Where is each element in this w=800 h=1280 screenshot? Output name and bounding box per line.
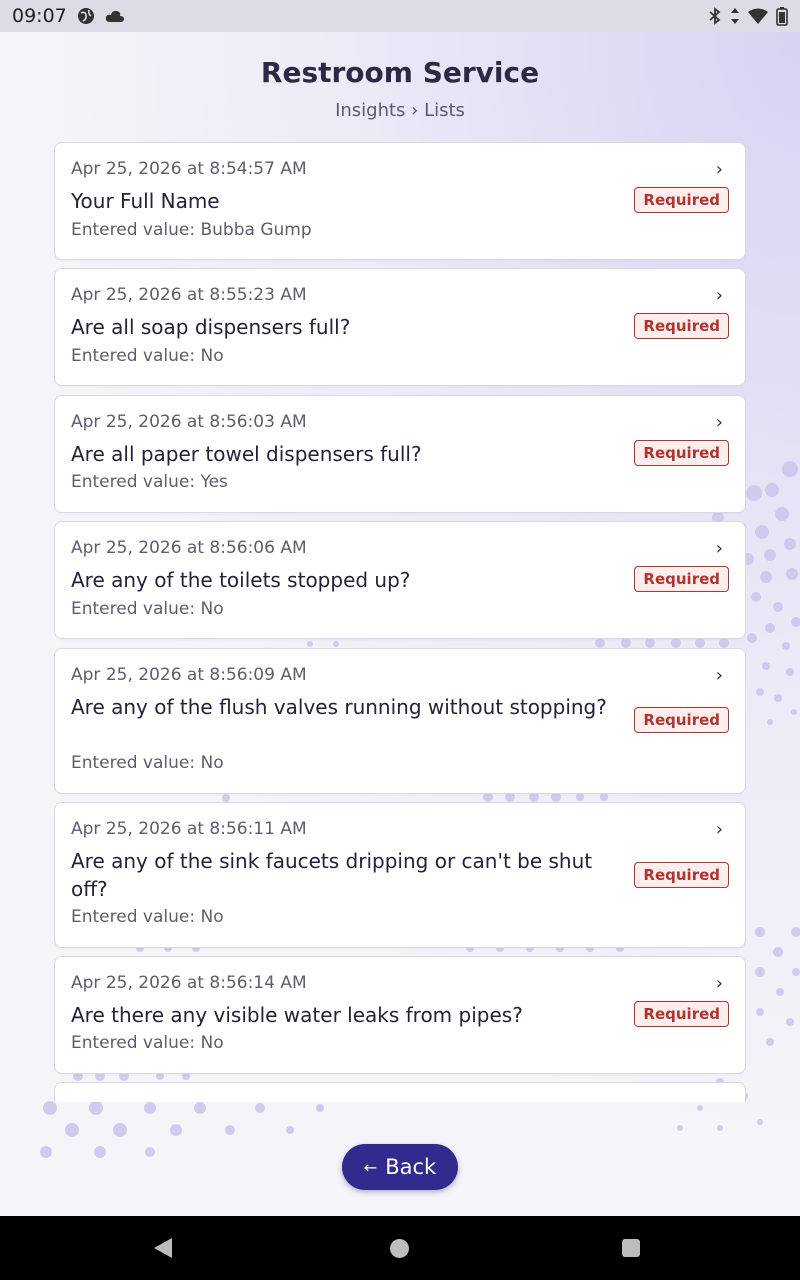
item-question: Are all soap dispensers full? — [71, 315, 351, 339]
back-button[interactable]: ← Back — [342, 1144, 458, 1190]
submission-list: Apr 25, 2026 at 8:54:57 AM › Your Full N… — [54, 142, 746, 1102]
list-item[interactable]: Apr 25, 2026 at 8:55:23 AM › Are all soa… — [54, 268, 746, 386]
chevron-right-icon: › — [715, 538, 723, 559]
page-title: Restroom Service — [260, 56, 540, 89]
required-badge: Required — [634, 566, 729, 592]
item-timestamp: Apr 25, 2026 at 8:55:23 AM — [71, 285, 307, 305]
required-badge: Required — [634, 862, 729, 888]
chevron-right-icon: › — [715, 819, 723, 840]
item-question: Are any of the toilets stopped up? — [71, 568, 411, 592]
nav-home-icon[interactable] — [390, 1239, 409, 1258]
chevron-right-icon: › — [715, 665, 723, 686]
list-item[interactable]: Apr 25, 2026 at 8:56:06 AM › Are any of … — [54, 521, 746, 639]
list-item[interactable]: Apr 25, 2026 at 8:56:09 AM › Are any of … — [54, 648, 746, 794]
item-timestamp: Apr 25, 2026 at 8:56:06 AM — [71, 538, 307, 558]
item-timestamp: Apr 25, 2026 at 8:56:14 AM — [71, 973, 307, 993]
chevron-right-icon: › — [715, 412, 723, 433]
chevron-right-icon: › — [715, 285, 723, 306]
item-timestamp: Apr 25, 2026 at 8:54:57 AM — [71, 159, 307, 179]
item-timestamp: Apr 25, 2026 at 8:56:11 AM — [71, 819, 307, 839]
item-timestamp: Apr 25, 2026 at 8:56:03 AM — [71, 412, 307, 432]
nav-recents-icon[interactable] — [622, 1239, 640, 1257]
item-timestamp: Apr 25, 2026 at 8:56:09 AM — [71, 665, 307, 685]
item-value: Entered value: No — [71, 753, 224, 773]
required-badge: Required — [634, 1001, 729, 1027]
list-item[interactable]: Apr 25, 2026 at 8:56:11 AM › Are any of … — [54, 802, 746, 948]
list-item[interactable]: Apr 25, 2026 at 8:56:03 AM › Are all pap… — [54, 395, 746, 513]
required-badge: Required — [634, 187, 729, 213]
item-question: Are all paper towel dispensers full? — [71, 442, 422, 466]
item-question: Are there any visible water leaks from p… — [71, 1003, 523, 1027]
required-badge: Required — [634, 707, 729, 733]
clock: 09:07 — [12, 5, 67, 27]
list-item[interactable] — [54, 1082, 746, 1102]
app-screen: Restroom Service Insights › Lists Apr 25… — [0, 32, 800, 1216]
item-value: Entered value: No — [71, 346, 224, 366]
item-question: Are any of the sink faucets dripping or … — [71, 849, 593, 901]
item-question: Are any of the flush valves running with… — [71, 695, 607, 719]
system-nav-bar — [0, 1216, 800, 1280]
back-button-label: Back — [385, 1155, 437, 1179]
nav-back-icon[interactable] — [154, 1238, 172, 1258]
battery-icon — [776, 7, 788, 26]
required-badge: Required — [634, 440, 729, 466]
arrow-left-icon: ← — [363, 1157, 378, 1177]
data-arrows-icon — [731, 8, 739, 24]
chevron-right-icon: › — [715, 973, 723, 994]
item-value: Entered value: Yes — [71, 472, 228, 492]
cloud-icon — [105, 10, 124, 22]
item-value: Entered value: Bubba Gump — [71, 220, 312, 240]
list-item[interactable]: Apr 25, 2026 at 8:54:57 AM › Your Full N… — [54, 142, 746, 260]
item-value: Entered value: No — [71, 599, 224, 619]
bluetooth-icon — [709, 7, 721, 25]
item-question: Your Full Name — [71, 189, 220, 213]
item-value: Entered value: No — [71, 1033, 224, 1053]
globe-icon — [77, 8, 94, 24]
chevron-right-icon: › — [715, 159, 723, 180]
breadcrumb: Insights › Lists — [335, 100, 465, 121]
status-bar: 09:07 — [0, 0, 800, 32]
required-badge: Required — [634, 313, 729, 339]
list-item[interactable]: Apr 25, 2026 at 8:56:14 AM › Are there a… — [54, 956, 746, 1074]
item-value: Entered value: No — [71, 907, 224, 927]
wifi-icon — [748, 8, 768, 24]
